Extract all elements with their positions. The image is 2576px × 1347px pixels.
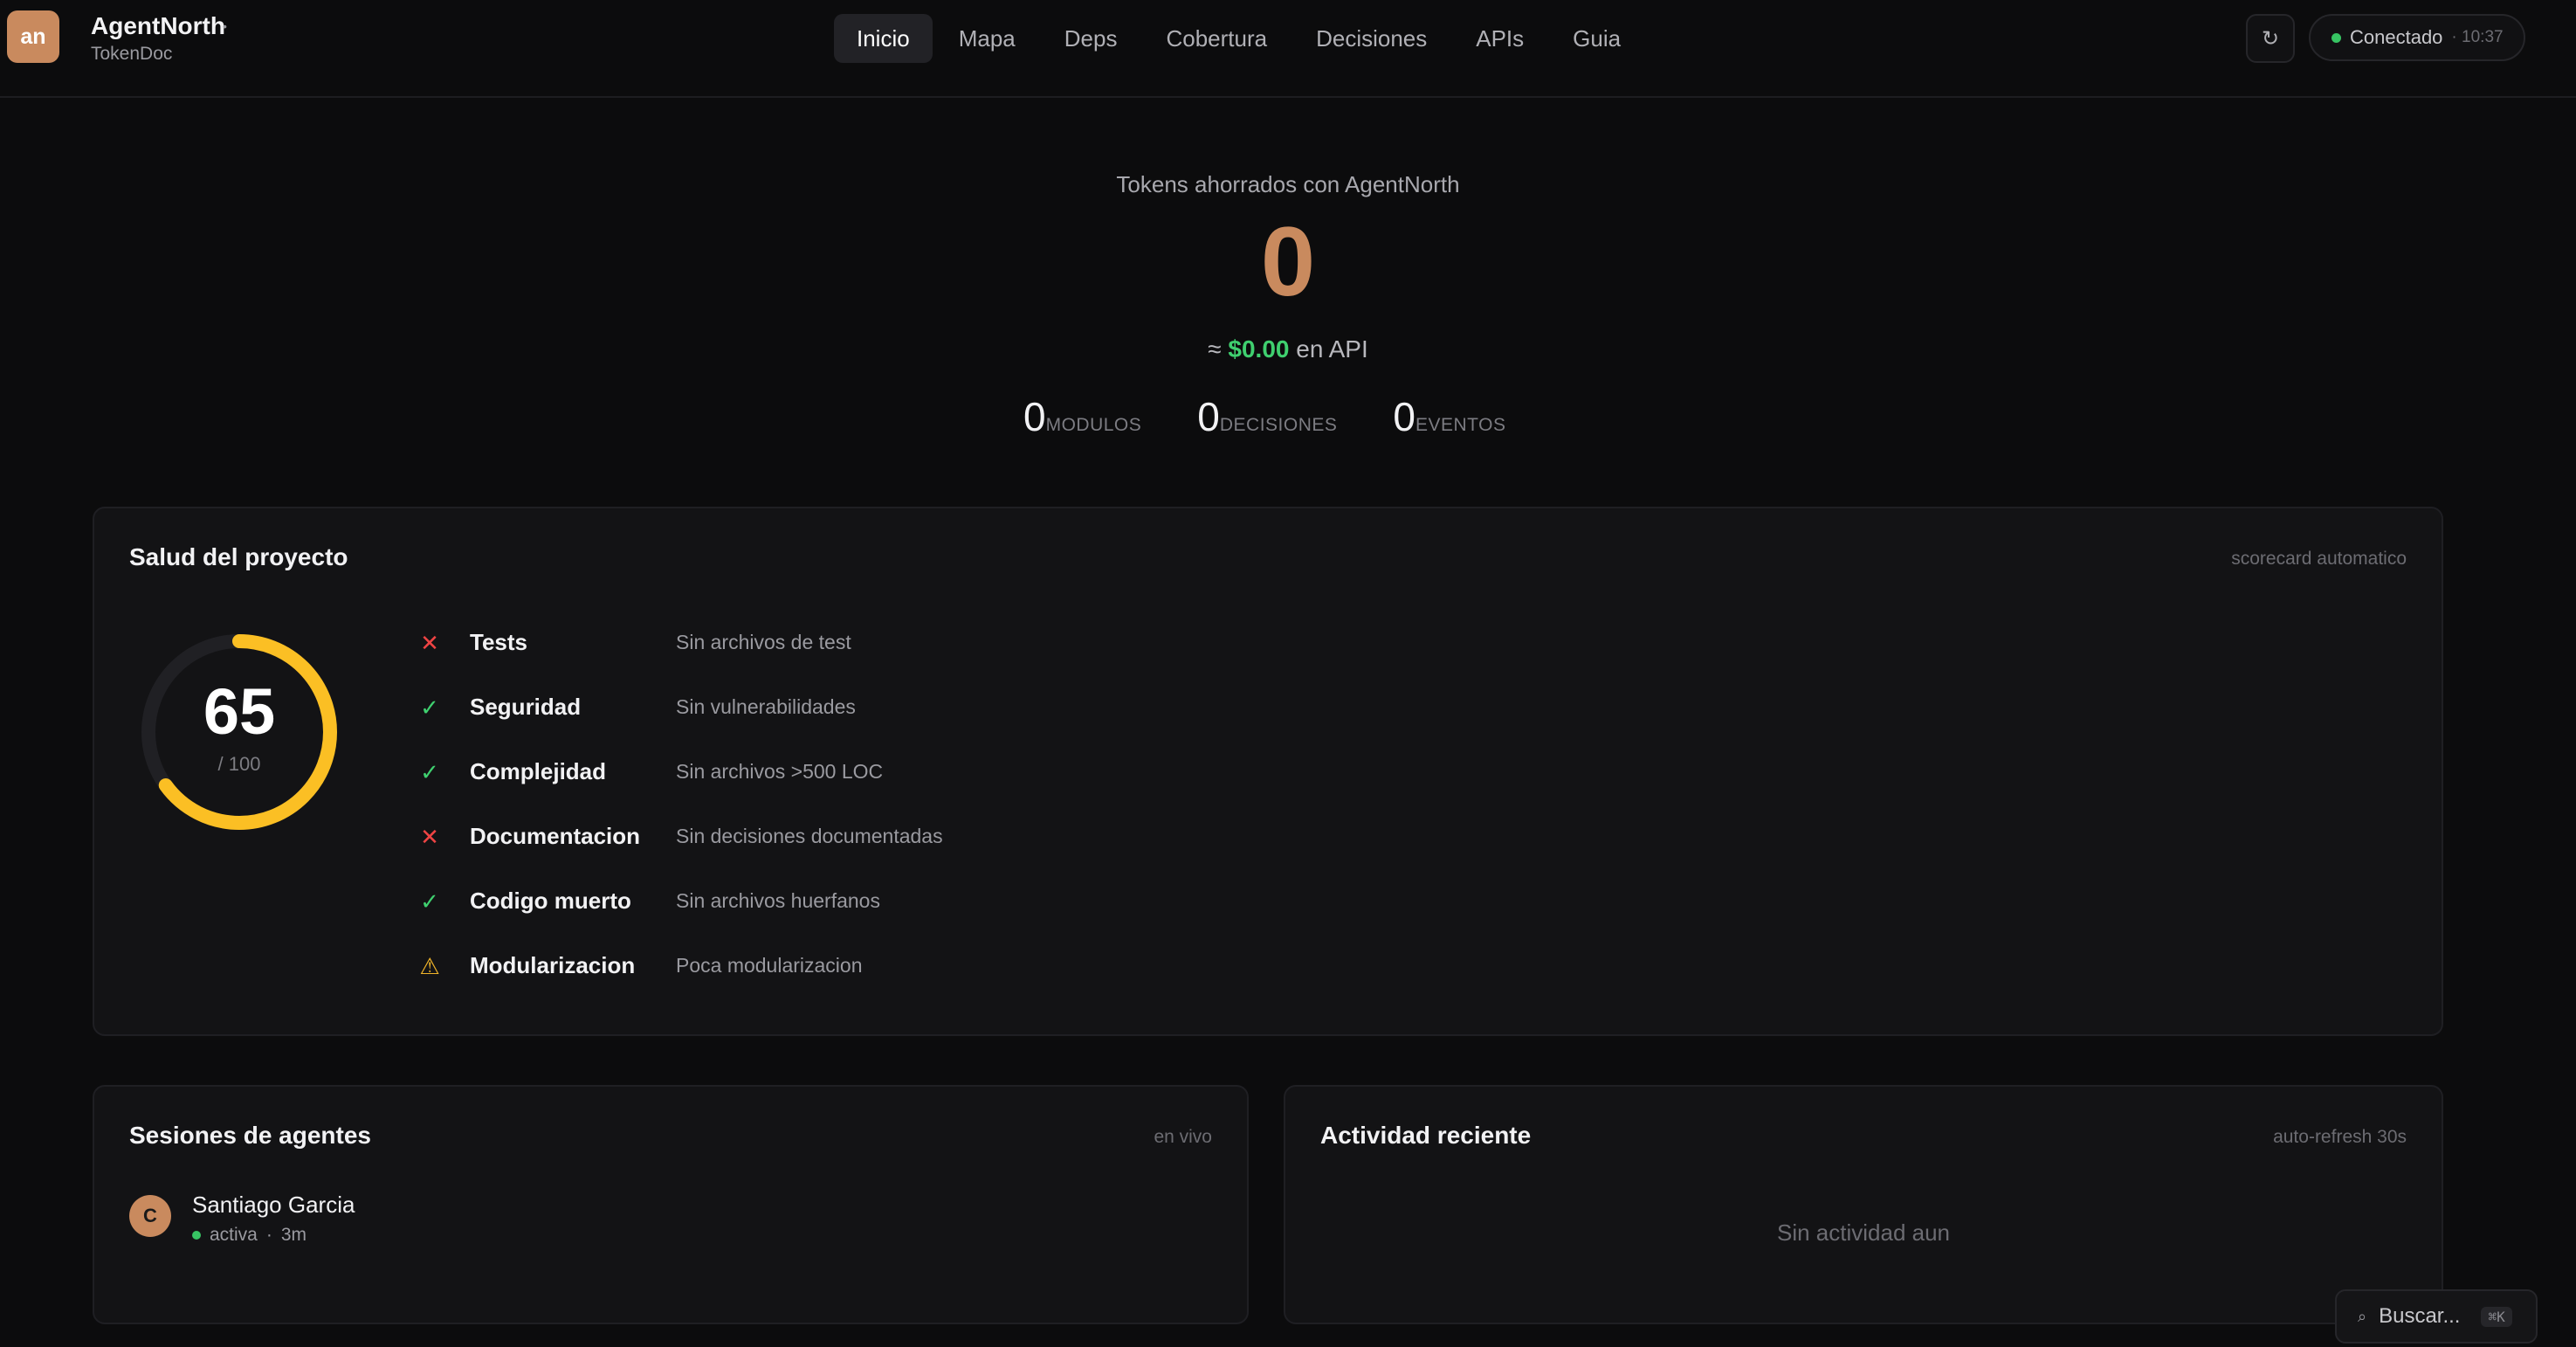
- health-score: 65: [203, 675, 276, 748]
- session-duration: 3m: [280, 1225, 307, 1245]
- check-name: Modularizacion: [470, 952, 636, 978]
- check-row-complejidad: ✓ Complejidad Sin archivos >500 LOC: [417, 756, 1203, 821]
- check-name: Seguridad: [470, 694, 582, 720]
- session-state: activa: [210, 1225, 258, 1245]
- api-cost: ≈ $0.00 en API: [0, 335, 2576, 363]
- activity-meta: auto-refresh 30s: [2273, 1127, 2407, 1147]
- nav-item-mapa[interactable]: Mapa: [936, 14, 1038, 63]
- check-row-seguridad: ✓ Seguridad Sin vulnerabilidades: [417, 692, 1203, 756]
- stat-value: 0: [1393, 394, 1415, 439]
- check-name: Codigo muerto: [470, 888, 631, 914]
- health-meta: scorecard automatico: [2231, 549, 2407, 569]
- stat-label: MODULOS: [1045, 415, 1142, 435]
- app-name: AgentNorth: [91, 12, 225, 39]
- search-icon: ⌕: [2358, 1307, 2367, 1325]
- check-desc: Sin decisiones documentadas: [676, 825, 943, 847]
- nav-item-guia[interactable]: Guia: [1550, 14, 1643, 63]
- stat-modulos: 0 MODULOS: [1023, 393, 1141, 440]
- stat-label: EVENTOS: [1415, 415, 1506, 435]
- activity-card: Actividad reciente auto-refresh 30s Sin …: [1284, 1085, 2443, 1324]
- nav-item-apis[interactable]: APIs: [1453, 14, 1546, 63]
- check-name: Tests: [470, 629, 527, 655]
- stat-eventos: 0 EVENTOS: [1393, 393, 1505, 440]
- search-button[interactable]: ⌕ Buscar... ⌘K: [2335, 1289, 2538, 1344]
- avatar: C: [129, 1195, 171, 1237]
- check-desc: Poca modularizacion: [676, 954, 863, 977]
- session-user-name: Santiago Garcia: [192, 1192, 355, 1218]
- check-name: Documentacion: [470, 823, 641, 849]
- api-cost-suffix: en API: [1289, 335, 1368, 363]
- connection-status: Conectado · 10:37: [2309, 14, 2525, 61]
- health-card: Salud del proyecto scorecard automatico …: [93, 507, 2443, 1036]
- stat-decisiones: 0 DECISIONES: [1197, 393, 1337, 440]
- app-marker: •: [223, 19, 227, 33]
- session-meta: activa · 3m: [192, 1225, 307, 1246]
- nav-item-decisiones[interactable]: Decisiones: [1293, 14, 1450, 63]
- stat-value: 0: [1023, 394, 1046, 439]
- check-name: Complejidad: [470, 758, 607, 784]
- summary-stats: 0 MODULOS 0 DECISIONES 0 EVENTOS: [1023, 393, 1505, 440]
- session-active-dot: [192, 1231, 201, 1240]
- fail-icon: ✕: [420, 824, 439, 850]
- check-desc: Sin vulnerabilidades: [676, 695, 856, 718]
- refresh-button[interactable]: ↻: [2246, 14, 2295, 63]
- status-dot: [2331, 32, 2341, 43]
- sessions-title: Sesiones de agentes: [129, 1122, 372, 1149]
- top-bar: an AgentNorth • TokenDoc Inicio Mapa Dep…: [0, 0, 2576, 98]
- search-shortcut: ⌘K: [2481, 1306, 2512, 1327]
- nav-item-deps[interactable]: Deps: [1042, 14, 1140, 63]
- check-icon: ✓: [420, 694, 439, 721]
- check-row-tests: ✕ Tests Sin archivos de test: [417, 627, 1203, 692]
- tokens-saved-label: Tokens ahorrados con AgentNorth: [1116, 171, 1460, 197]
- api-cost-amount: $0.00: [1228, 335, 1290, 363]
- session-separator: ·: [265, 1225, 272, 1245]
- nav-item-cobertura[interactable]: Cobertura: [1143, 14, 1290, 63]
- check-icon: ✓: [420, 888, 439, 915]
- activity-title: Actividad reciente: [1320, 1122, 1532, 1149]
- sessions-card: Sesiones de agentes en vivo C Santiago G…: [93, 1085, 1249, 1324]
- status-label: Conectado: [2350, 26, 2443, 48]
- stat-label: DECISIONES: [1219, 415, 1338, 435]
- check-row-modularizacion: ⚠ Modularizacion Poca modularizacion: [417, 950, 1203, 1015]
- check-icon: ✓: [420, 759, 439, 785]
- status-time: · 10:37: [2451, 28, 2504, 46]
- check-desc: Sin archivos huerfanos: [676, 889, 880, 912]
- warning-icon: ⚠: [419, 953, 440, 979]
- check-desc: Sin archivos de test: [676, 631, 851, 653]
- search-label: Buscar...: [2379, 1304, 2461, 1328]
- check-desc: Sin archivos >500 LOC: [676, 760, 884, 783]
- health-checks: ✕ Tests Sin archivos de test ✓ Seguridad…: [417, 627, 1203, 1015]
- refresh-icon: ↻: [2261, 26, 2280, 51]
- app-root: an AgentNorth • TokenDoc Inicio Mapa Dep…: [0, 0, 2576, 1347]
- sessions-meta: en vivo: [1154, 1127, 1212, 1147]
- tokens-saved-value: 0: [1260, 207, 1316, 316]
- project-name: TokenDoc: [91, 44, 173, 64]
- check-row-documentacion: ✕ Documentacion Sin decisiones documenta…: [417, 821, 1203, 886]
- activity-empty-state: Sin actividad aun: [1776, 1219, 1951, 1246]
- health-score-max: / 100: [217, 753, 261, 775]
- stat-value: 0: [1197, 394, 1220, 439]
- nav-item-inicio[interactable]: Inicio: [834, 14, 933, 63]
- health-title: Salud del proyecto: [129, 543, 348, 570]
- check-row-codigo-muerto: ✓ Codigo muerto Sin archivos huerfanos: [417, 886, 1203, 950]
- logo-badge[interactable]: an: [7, 10, 59, 63]
- fail-icon: ✕: [420, 630, 439, 656]
- api-cost-prefix: ≈: [1208, 335, 1229, 363]
- main-nav: Inicio Mapa Deps Cobertura Decisiones AP…: [834, 14, 1643, 63]
